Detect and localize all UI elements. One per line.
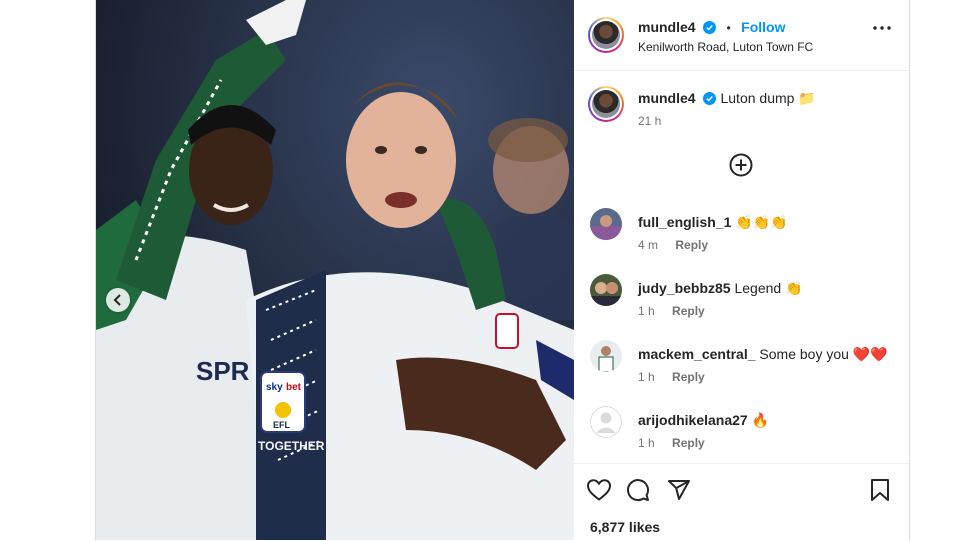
svg-text:bet: bet — [286, 382, 302, 393]
comment-text: Some boy you ❤️❤️ — [759, 346, 888, 362]
avatar[interactable] — [590, 406, 622, 438]
share-icon[interactable] — [667, 478, 691, 502]
author-username[interactable]: mundle4 — [638, 19, 696, 35]
author-avatar[interactable] — [588, 17, 624, 53]
load-more-comments-icon[interactable] — [729, 153, 753, 177]
bookmark-icon[interactable] — [870, 478, 890, 502]
avatar[interactable] — [590, 274, 622, 306]
avatar — [592, 90, 620, 118]
comment-meta: 1 h Reply — [638, 370, 705, 384]
svg-text:EFL: EFL — [273, 420, 291, 430]
reply-button[interactable]: Reply — [672, 370, 705, 384]
photo-illustration: SPR sky bet EFL TOGETHER — [96, 0, 574, 540]
caption-text: Luton dump 📁 — [720, 90, 816, 106]
heart-icon[interactable] — [586, 478, 612, 502]
post-photo[interactable]: SPR sky bet EFL TOGETHER — [96, 0, 574, 540]
comment-line: judy_bebbz85 Legend 👏 — [638, 280, 803, 297]
follow-button[interactable]: Follow — [741, 19, 785, 35]
comment-time[interactable]: 1 h — [638, 370, 655, 384]
previous-photo-button[interactable] — [106, 288, 130, 312]
comment-meta: 4 m Reply — [638, 238, 708, 252]
comment-username[interactable]: mackem_central_ — [638, 346, 756, 362]
commenter-avatar-image — [590, 340, 622, 372]
svg-text:SPR: SPR — [196, 356, 250, 386]
header-user-line: mundle4 • Follow — [638, 19, 785, 37]
comment-text: Legend 👏 — [734, 280, 803, 296]
avatar[interactable] — [590, 340, 622, 372]
more-options-icon[interactable] — [873, 26, 891, 30]
comment-time[interactable]: 1 h — [638, 436, 655, 450]
reply-button[interactable]: Reply — [672, 304, 705, 318]
comment-text: 🔥 — [751, 412, 770, 428]
svg-text:TOGETHER: TOGETHER — [258, 439, 325, 453]
comment-time[interactable]: 1 h — [638, 304, 655, 318]
location-link[interactable]: Kenilworth Road, Luton Town FC — [638, 40, 813, 54]
comment-item: full_english_1 👏👏👏 4 m Reply — [590, 208, 890, 260]
commenter-avatar-image — [590, 274, 622, 306]
post-sidebar: mundle4 • Follow Kenilworth Road, Luton … — [574, 0, 909, 540]
likes-count[interactable]: 6,877 likes — [590, 519, 660, 535]
comment-time[interactable]: 4 m — [638, 238, 658, 252]
caption-username[interactable]: mundle4 — [638, 90, 696, 106]
comment-username[interactable]: judy_bebbz85 — [638, 280, 731, 296]
verified-badge-icon — [703, 92, 717, 105]
avatar — [592, 21, 620, 49]
caption-timestamp[interactable]: 21 h — [638, 114, 661, 128]
avatar[interactable] — [590, 208, 622, 240]
commenter-avatar-image — [590, 208, 622, 240]
svg-text:sky: sky — [266, 382, 283, 393]
comment-item: judy_bebbz85 Legend 👏 1 h Reply — [590, 274, 890, 326]
reply-button[interactable]: Reply — [672, 436, 705, 450]
comment-meta: 1 h Reply — [638, 436, 705, 450]
comment-item: mackem_central_ Some boy you ❤️❤️ 1 h Re… — [590, 340, 890, 392]
default-avatar-icon — [590, 406, 622, 438]
action-bar: 6,877 likes — [574, 463, 909, 541]
comment-line: full_english_1 👏👏👏 — [638, 214, 788, 231]
comment-icon[interactable] — [626, 478, 650, 502]
caption-line: mundle4 Luton dump 📁 — [638, 90, 816, 108]
comment-meta: 1 h Reply — [638, 304, 705, 318]
comment-username[interactable]: full_english_1 — [638, 214, 731, 230]
comment-item: arijodhikelana27 🔥 1 h Reply — [590, 406, 890, 458]
instagram-post: SPR sky bet EFL TOGETHER mundle4 • Follo… — [95, 0, 910, 540]
comment-line: mackem_central_ Some boy you ❤️❤️ — [638, 346, 888, 363]
comment-username[interactable]: arijodhikelana27 — [638, 412, 748, 428]
verified-badge-icon — [703, 21, 717, 34]
caption-avatar[interactable] — [588, 86, 624, 122]
comment-text: 👏👏👏 — [735, 214, 788, 230]
comment-line: arijodhikelana27 🔥 — [638, 412, 769, 429]
separator-dot: • — [726, 21, 731, 35]
post-header: mundle4 • Follow Kenilworth Road, Luton … — [574, 0, 909, 71]
chevron-left-icon — [113, 294, 121, 306]
reply-button[interactable]: Reply — [675, 238, 708, 252]
